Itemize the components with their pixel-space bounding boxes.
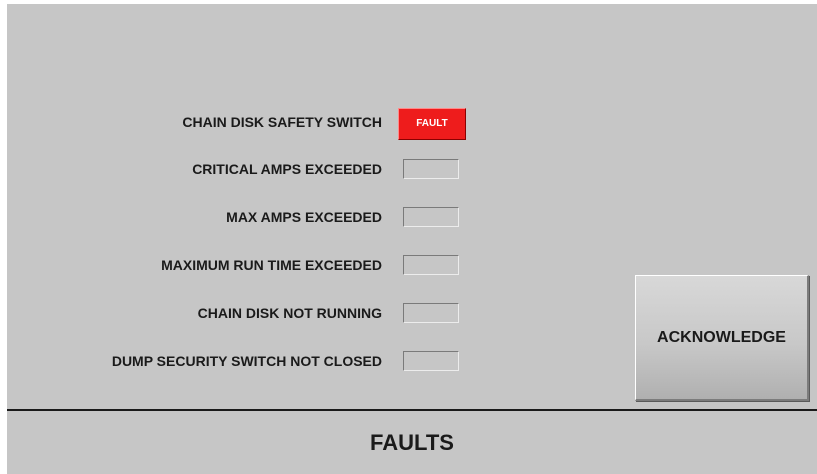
fault-row-chain-disk-not-running: CHAIN DISK NOT RUNNING: [7, 302, 477, 324]
fault-row-maximum-run-time-exceeded: MAXIMUM RUN TIME EXCEEDED: [7, 254, 477, 276]
fault-indicator-dump-security-switch-not-closed: [403, 351, 459, 371]
fault-label: CHAIN DISK NOT RUNNING: [197, 305, 382, 321]
fault-indicator-critical-amps-exceeded: [403, 159, 459, 179]
fault-label: CHAIN DISK SAFETY SWITCH: [182, 114, 382, 130]
fault-label: DUMP SECURITY SWITCH NOT CLOSED: [111, 353, 382, 369]
footer-bar: FAULTS: [7, 411, 817, 474]
fault-row-max-amps-exceeded: MAX AMPS EXCEEDED: [7, 206, 477, 228]
fault-row-dump-security-switch-not-closed: DUMP SECURITY SWITCH NOT CLOSED: [7, 350, 477, 372]
fault-indicator-chain-disk-not-running: [403, 303, 459, 323]
fault-row-chain-disk-safety-switch: CHAIN DISK SAFETY SWITCH FAULT: [7, 108, 477, 140]
fault-row-critical-amps-exceeded: CRITICAL AMPS EXCEEDED: [7, 158, 477, 180]
acknowledge-button[interactable]: ACKNOWLEDGE: [635, 275, 809, 401]
fault-label: MAX AMPS EXCEEDED: [226, 209, 382, 225]
hmi-screen: CHAIN DISK SAFETY SWITCH FAULT CRITICAL …: [7, 4, 817, 474]
screen-title: FAULTS: [370, 429, 454, 455]
fault-label: MAXIMUM RUN TIME EXCEEDED: [161, 257, 382, 273]
fault-label: CRITICAL AMPS EXCEEDED: [192, 161, 382, 177]
fault-indicator-chain-disk-safety-switch: FAULT: [398, 108, 466, 140]
fault-indicator-maximum-run-time-exceeded: [403, 255, 459, 275]
fault-indicator-max-amps-exceeded: [403, 207, 459, 227]
